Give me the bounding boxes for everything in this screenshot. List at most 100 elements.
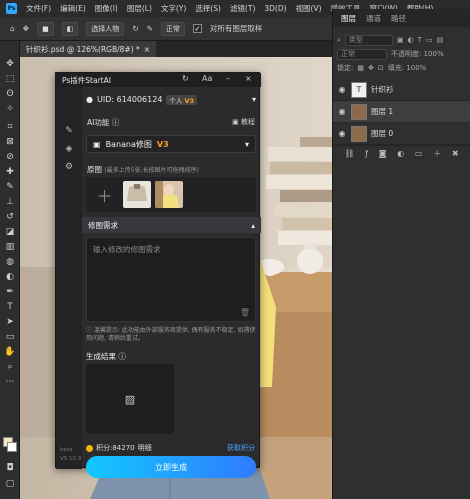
result-preview[interactable]: ▨ xyxy=(86,364,174,434)
chevron-up-icon[interactable]: ▴ xyxy=(251,221,255,230)
crop-tool-icon[interactable]: ⌗ xyxy=(3,120,17,134)
document-tab[interactable]: 针织衫.psd @ 126%(RGB/8#) * × xyxy=(20,41,157,57)
visibility-eye-icon[interactable]: ◉ xyxy=(337,107,347,116)
tab-paths[interactable]: 路径 xyxy=(391,13,406,24)
blend-mode-dropdown[interactable]: 正常 xyxy=(337,48,387,60)
tab-channels[interactable]: 通道 xyxy=(366,13,381,24)
menu-filter[interactable]: 滤镜(T) xyxy=(230,3,255,14)
adjustment-layer-icon[interactable]: ◐ xyxy=(397,149,404,158)
menu-select[interactable]: 选择(S) xyxy=(195,3,221,14)
brush-settings-icon[interactable]: ✎ xyxy=(147,24,153,33)
model-dropdown[interactable]: ▣ Banana修图 V3 ▾ xyxy=(86,135,256,153)
gear-icon[interactable]: ⚙ xyxy=(63,161,75,173)
service-tip: ⓘ 温馨提示: 此功能由外部服务商提供, 偶有服务不稳定, 如遇使用问题, 请稍… xyxy=(86,327,256,342)
layer-thumbnail xyxy=(351,103,367,120)
dodge-tool-icon[interactable]: ◐ xyxy=(3,270,17,284)
gradient-tool-icon[interactable]: ▥ xyxy=(3,240,17,254)
menu-file[interactable]: 文件(F) xyxy=(26,3,51,14)
account-row[interactable]: ● UID: 614006124 个人 V3 ▾ xyxy=(86,91,256,108)
trash-icon[interactable]: 🗑 xyxy=(240,308,250,317)
zoom-tool-icon[interactable]: ⌕ xyxy=(3,360,17,374)
pen-tool-icon[interactable]: ✒ xyxy=(3,285,17,299)
refresh-icon[interactable]: ↻ xyxy=(182,74,189,83)
add-mask-icon[interactable]: ◙ xyxy=(379,149,387,158)
menu-layer[interactable]: 图层(L) xyxy=(127,3,152,14)
opacity-field[interactable]: 不透明度: 100% xyxy=(391,49,444,59)
layer-row[interactable]: ◉ T 针织衫 xyxy=(333,79,470,101)
filter-shape-icon[interactable]: ▭ xyxy=(426,36,433,44)
close-icon[interactable]: × xyxy=(144,45,150,54)
menu-image[interactable]: 图像(I) xyxy=(95,3,118,14)
chevron-down-icon[interactable]: ▾ xyxy=(252,95,256,104)
tab-layers[interactable]: 图层 xyxy=(341,13,356,24)
layer-kind-filter[interactable]: 类型 xyxy=(344,34,393,46)
all-layers-checkbox[interactable]: ✓ xyxy=(192,24,202,33)
tutorial-link[interactable]: ▣ 教程 xyxy=(232,117,255,127)
hand-tool-icon[interactable]: ✋ xyxy=(3,345,17,359)
add-image-button[interactable]: ＋ xyxy=(91,181,118,208)
info-icon: ⓘ xyxy=(111,118,120,127)
delete-layer-icon[interactable]: ✖ xyxy=(452,149,459,158)
background-color-swatch[interactable] xyxy=(7,442,17,452)
lasso-tool-icon[interactable]: ʘ xyxy=(3,87,17,101)
screen-mode-icon[interactable]: ▢ xyxy=(3,477,17,491)
font-size-icon[interactable]: Aa xyxy=(202,74,212,83)
add-selection-button[interactable]: ◧ xyxy=(61,21,79,36)
get-points-link[interactable]: 获取积分 xyxy=(227,443,255,453)
new-selection-button[interactable]: ■ xyxy=(37,21,54,36)
layers-stack-icon[interactable]: ◈ xyxy=(63,143,75,155)
quick-select-tool-icon[interactable]: ✧ xyxy=(3,102,17,116)
new-layer-icon[interactable]: ＋ xyxy=(433,148,441,159)
eyedropper-tool-icon[interactable]: ⊘ xyxy=(3,150,17,164)
blur-tool-icon[interactable]: ◍ xyxy=(3,255,17,269)
eraser-tool-icon[interactable]: ◪ xyxy=(3,225,17,239)
path-select-tool-icon[interactable]: ➤ xyxy=(3,315,17,329)
quick-mask-icon[interactable]: ◘ xyxy=(3,461,17,475)
clone-stamp-tool-icon[interactable]: ⊥ xyxy=(3,195,17,209)
move-tool-icon[interactable]: ✥ xyxy=(23,24,29,33)
frame-tool-icon[interactable]: ⊠ xyxy=(3,135,17,149)
lock-all-icon[interactable]: ⊡ xyxy=(378,64,384,72)
filter-smart-icon[interactable]: ▤ xyxy=(437,36,444,44)
visibility-eye-icon[interactable]: ◉ xyxy=(337,129,347,138)
image-icon: ▣ xyxy=(93,139,101,149)
type-tool-icon[interactable]: T xyxy=(3,300,17,314)
lock-pixels-icon[interactable]: ▦ xyxy=(357,64,364,72)
menu-view[interactable]: 视图(V) xyxy=(296,3,322,14)
filter-pixel-icon[interactable]: ▣ xyxy=(397,36,404,44)
select-subject-button[interactable]: 选择人物 xyxy=(86,21,125,36)
edit-icon[interactable]: ✎ xyxy=(63,125,75,137)
brush-tool-icon[interactable]: ✎ xyxy=(3,180,17,194)
home-icon[interactable]: ⌂ xyxy=(10,24,15,33)
fill-field[interactable]: 填充: 100% xyxy=(388,63,427,73)
visibility-eye-icon[interactable]: ◉ xyxy=(337,85,347,94)
lock-position-icon[interactable]: ✥ xyxy=(368,64,374,72)
request-textarea[interactable]: 输入修改的修图需求 🗑 xyxy=(86,237,256,322)
new-group-icon[interactable]: ▭ xyxy=(415,149,423,158)
request-section-header[interactable]: 修图需求 ▴ xyxy=(82,217,261,233)
source-thumbnail[interactable] xyxy=(123,181,151,208)
move-tool-icon[interactable]: ✥ xyxy=(3,57,17,71)
healing-brush-tool-icon[interactable]: ✚ xyxy=(3,165,17,179)
filter-adjust-icon[interactable]: ◐ xyxy=(408,36,414,44)
layer-row[interactable]: ◉ 图层 0 xyxy=(333,123,470,145)
sample-mode-dropdown[interactable]: 正常 xyxy=(160,21,185,36)
shape-tool-icon[interactable]: ▭ xyxy=(3,330,17,344)
minimize-icon[interactable]: – xyxy=(226,74,230,83)
filter-type-icon[interactable]: T xyxy=(418,36,422,44)
layer-row[interactable]: ◉ 图层 1 xyxy=(333,101,470,123)
source-thumbnail[interactable] xyxy=(155,181,183,208)
fx-icon[interactable]: ƒ xyxy=(365,149,368,158)
menu-type[interactable]: 文字(Y) xyxy=(161,3,186,14)
refresh-icon[interactable]: ↻ xyxy=(132,24,138,33)
points-detail-link[interactable]: 明细 xyxy=(138,443,152,453)
history-brush-tool-icon[interactable]: ↺ xyxy=(3,210,17,224)
more-tools-icon[interactable]: ⋯ xyxy=(3,375,17,389)
close-icon[interactable]: × xyxy=(245,74,252,83)
generate-button[interactable]: 立即生成 xyxy=(86,456,256,478)
link-layers-icon[interactable]: ⛓ xyxy=(344,149,354,158)
menu-3d[interactable]: 3D(D) xyxy=(264,4,286,13)
menu-edit[interactable]: 编辑(E) xyxy=(60,3,86,14)
plugin-title-bar[interactable]: Ps插件StartAI ↻ Aa – × xyxy=(56,73,261,87)
marquee-tool-icon[interactable]: ⬚ xyxy=(3,72,17,86)
